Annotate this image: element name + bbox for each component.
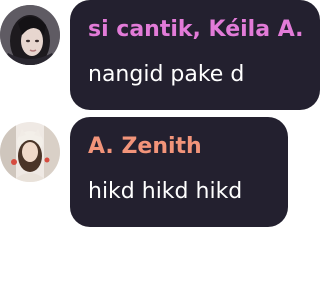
avatar-photo-image	[0, 5, 60, 65]
avatar-photo-image	[0, 122, 60, 182]
avatar[interactable]	[0, 5, 60, 65]
chat-message-list: si cantik, Kéila A. nangid pake d A. Zen…	[0, 0, 320, 282]
message-bubble[interactable]: A. Zenith hikd hikd hikd	[70, 117, 288, 227]
message-text: nangid pake d	[88, 62, 245, 87]
sender-name[interactable]: A. Zenith	[88, 132, 202, 162]
sender-name[interactable]: si cantik, Kéila A.	[88, 15, 304, 45]
message-text: hikd hikd hikd	[88, 179, 243, 204]
message-bubble[interactable]: si cantik, Kéila A. nangid pake d	[70, 0, 320, 110]
avatar[interactable]	[0, 122, 60, 182]
